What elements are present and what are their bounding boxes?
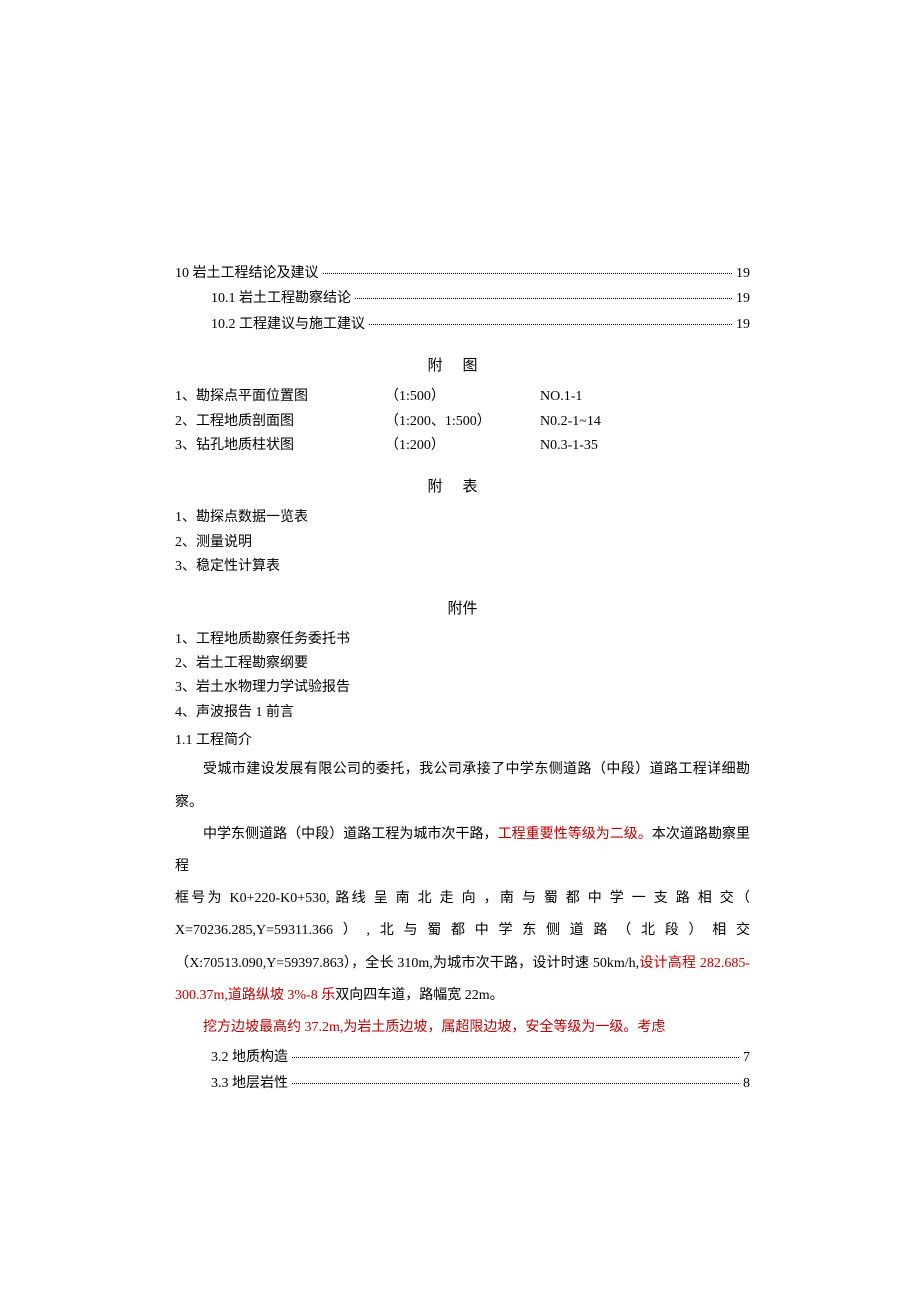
figure-name: 1、勘探点平面位置图 xyxy=(175,386,385,408)
paragraph: 中学东侧道路（中段）道路工程为城市次干路，工程重要性等级为二级。本次道路勘察里程 xyxy=(175,819,750,883)
paragraph: X=70236.285,Y=59311.366）,北与蜀都中学东侧道路（北段）相… xyxy=(175,915,750,1012)
paragraph: 受城市建设发展有限公司的委托，我公司承接了中学东侧道路（中段）道路工程详细勘察。 xyxy=(175,754,750,818)
list-item: 1、工程地质勘察任务委托书 xyxy=(175,629,750,651)
toc-page: 19 xyxy=(736,288,750,310)
toc-label: 10 岩土工程结论及建议 xyxy=(175,263,319,285)
toc-label: 10.1 岩土工程勘察结论 xyxy=(211,288,351,310)
figures-heading: 附图 xyxy=(175,354,750,378)
toc-label: 10.2 工程建议与施工建议 xyxy=(211,314,365,336)
tables-heading: 附表 xyxy=(175,475,750,499)
attachments-list: 1、工程地质勘察任务委托书 2、岩土工程勘察纲要 3、岩土水物理力学试验报告 4… xyxy=(175,629,750,725)
list-item: 2、测量说明 xyxy=(175,532,750,554)
toc-item: 3.3 地层岩性 8 xyxy=(175,1073,750,1095)
figure-no: NO.1-1 xyxy=(540,386,750,408)
toc-dots xyxy=(292,1056,739,1058)
list-item: 2、岩土工程勘察纲要 xyxy=(175,653,750,675)
toc-page: 7 xyxy=(743,1047,750,1069)
toc-item: 10 岩土工程结论及建议 19 xyxy=(175,263,750,285)
paragraph: 挖方边坡最高约 37.2m,为岩土质边坡，属超限边坡，安全等级为一级。考虑 xyxy=(175,1012,750,1044)
figure-row: 2、工程地质剖面图 （1:200、1:500） N0.2-1~14 xyxy=(175,411,750,433)
toc-page: 19 xyxy=(736,263,750,285)
figure-row: 1、勘探点平面位置图 （1:500） NO.1-1 xyxy=(175,386,750,408)
figure-scale: （1:500） xyxy=(385,386,540,408)
toc-item: 10.1 岩土工程勘察结论 19 xyxy=(175,288,750,310)
attachments-heading: 附件 xyxy=(175,597,750,621)
figure-scale: （1:200、1:500） xyxy=(385,411,540,433)
toc-dots xyxy=(369,323,732,325)
figure-scale: （1:200） xyxy=(385,435,540,457)
toc-dots xyxy=(292,1082,739,1084)
list-item: 3、岩土水物理力学试验报告 xyxy=(175,677,750,699)
figure-no: N0.3-1-35 xyxy=(540,435,750,457)
text-run: 中学东侧道路（中段）道路工程为城市次干路， xyxy=(203,827,498,842)
figure-name: 2、工程地质剖面图 xyxy=(175,411,385,433)
toc-dots xyxy=(323,272,733,274)
text-run-red: 工程重要性等级为二级。 xyxy=(498,827,652,842)
figure-row: 3、钻孔地质柱状图 （1:200） N0.3-1-35 xyxy=(175,435,750,457)
paragraph: 框号为 K0+220-K0+530, 路线 呈 南 北 走 向 ，南 与 蜀 都… xyxy=(175,883,750,915)
figure-no: N0.2-1~14 xyxy=(540,411,750,433)
heading-1-1: 1.1 工程简介 xyxy=(175,730,750,752)
toc-label: 3.2 地质构造 xyxy=(211,1047,288,1069)
list-item: 3、稳定性计算表 xyxy=(175,556,750,578)
text-run: 双向四车道，路幅宽 22m。 xyxy=(335,988,503,1003)
list-item: 1、勘探点数据一览表 xyxy=(175,507,750,529)
toc-item: 3.2 地质构造 7 xyxy=(175,1047,750,1069)
tables-list: 1、勘探点数据一览表 2、测量说明 3、稳定性计算表 xyxy=(175,507,750,578)
list-item: 4、声波报告 1 前言 xyxy=(175,702,750,724)
toc-label: 3.3 地层岩性 xyxy=(211,1073,288,1095)
figure-name: 3、钻孔地质柱状图 xyxy=(175,435,385,457)
toc-page: 19 xyxy=(736,314,750,336)
toc-dots xyxy=(355,297,732,299)
toc-item: 10.2 工程建议与施工建议 19 xyxy=(175,314,750,336)
toc-page: 8 xyxy=(743,1073,750,1095)
text-run-red: 挖方边坡最高约 37.2m,为岩土质边坡，属超限边坡，安全等级为一级。考虑 xyxy=(203,1020,665,1035)
text-run: 框号为 K0+220-K0+530, 路线 呈 南 北 走 向 ，南 与 蜀 都… xyxy=(175,891,750,906)
